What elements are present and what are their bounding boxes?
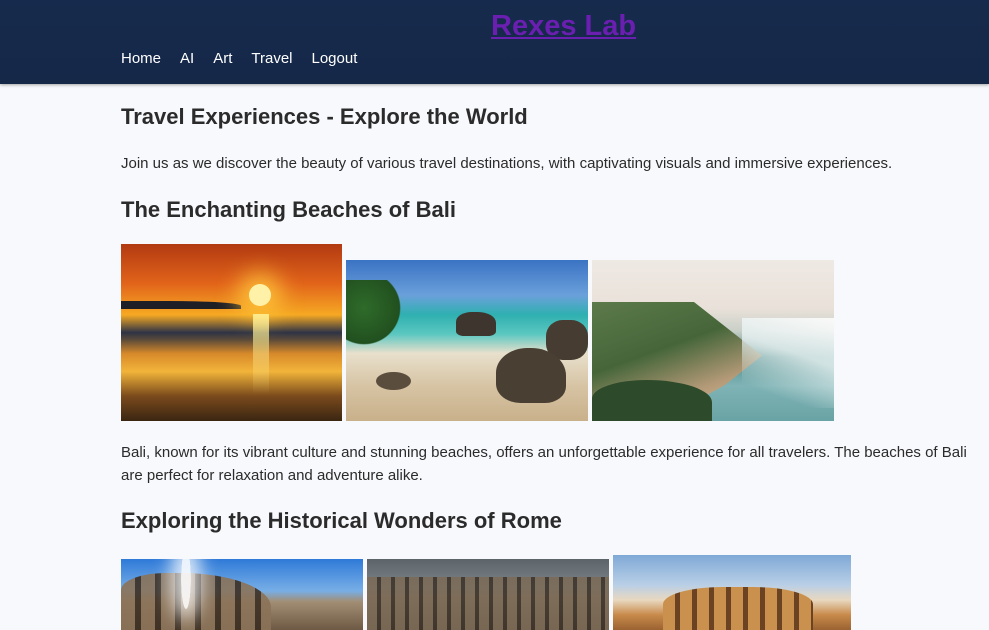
foliage bbox=[592, 380, 712, 421]
rock bbox=[456, 312, 496, 336]
section-heading-rome: Exploring the Historical Wonders of Rome bbox=[121, 508, 562, 533]
arena-tiers bbox=[367, 577, 609, 630]
site-header: Rexes Lab Home AI Art Travel Logout bbox=[0, 0, 989, 84]
sun bbox=[249, 284, 271, 306]
trees bbox=[346, 280, 406, 350]
sun-reflection bbox=[253, 314, 269, 394]
nav-logout[interactable]: Logout bbox=[312, 50, 358, 68]
rocky-cove-photo bbox=[346, 260, 588, 421]
main-nav: Home AI Art Travel Logout bbox=[121, 50, 376, 68]
coastline-cliff-photo bbox=[592, 260, 834, 421]
page-title: Travel Experiences - Explore the World bbox=[121, 104, 528, 129]
rock bbox=[496, 348, 566, 403]
bali-description: Bali, known for its vibrant culture and … bbox=[121, 444, 967, 484]
colosseum-sunburst-photo bbox=[121, 559, 363, 630]
nav-ai[interactable]: AI bbox=[180, 50, 194, 68]
surf bbox=[742, 318, 834, 408]
nav-travel[interactable]: Travel bbox=[251, 50, 292, 68]
arches bbox=[121, 573, 271, 630]
nav-home[interactable]: Home bbox=[121, 50, 161, 68]
section-heading-bali: The Enchanting Beaches of Bali bbox=[121, 197, 456, 222]
sunset-beach-photo bbox=[121, 244, 342, 421]
brand-link[interactable]: Rexes Lab bbox=[491, 8, 636, 44]
headland-silhouette bbox=[121, 301, 241, 309]
rock bbox=[376, 372, 411, 390]
intro-text: Join us as we discover the beauty of var… bbox=[121, 155, 893, 172]
colosseum-interior-photo bbox=[367, 559, 609, 630]
colosseum-exterior-photo bbox=[613, 555, 851, 630]
nav-art[interactable]: Art bbox=[213, 50, 232, 68]
colosseum bbox=[663, 587, 813, 630]
